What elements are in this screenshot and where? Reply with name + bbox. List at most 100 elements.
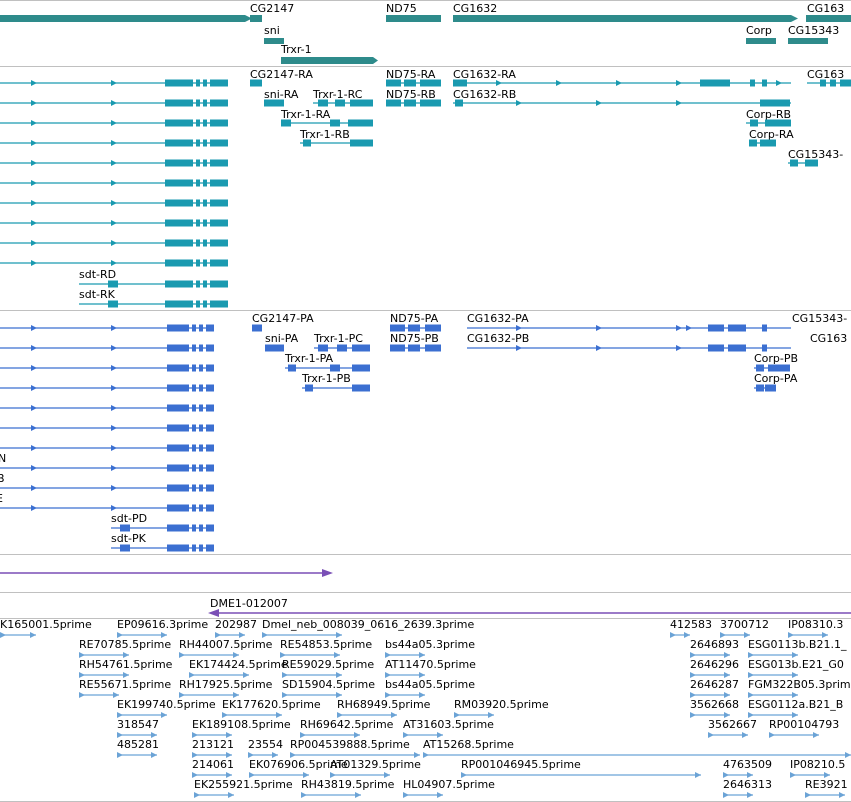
- gene-bar[interactable]: [0, 15, 245, 22]
- transcript-label-cg2147-ra[interactable]: CG2147-RA: [250, 68, 313, 81]
- gene-bar[interactable]: [788, 38, 828, 44]
- est-feature[interactable]: AT11470.5prime: [385, 658, 476, 678]
- transcript-model[interactable]: [0, 504, 214, 512]
- est-label[interactable]: 3562668: [690, 698, 739, 711]
- est-label[interactable]: IP08310.3: [788, 618, 843, 631]
- est-feature[interactable]: RE70785.5prime: [79, 638, 171, 658]
- est-feature[interactable]: RH68949.5prime: [337, 698, 431, 718]
- est-feature[interactable]: 318547: [117, 718, 159, 738]
- transcript-model[interactable]: [0, 404, 214, 412]
- est-feature[interactable]: RH44007.5prime: [179, 638, 273, 658]
- transcript-label-sdt-rd[interactable]: sdt-RD: [79, 268, 116, 281]
- transcript-label-nd75-ra[interactable]: ND75-RA: [386, 68, 436, 81]
- est-feature[interactable]: EK174424.5prime: [189, 658, 288, 678]
- transcript-model[interactable]: [754, 364, 790, 372]
- est-feature[interactable]: EP09616.3prime: [117, 618, 208, 638]
- est-label[interactable]: K165001.5prime: [0, 618, 92, 631]
- protein-label-cg163[interactable]: CG163: [810, 332, 847, 345]
- est-feature[interactable]: 2646287: [690, 678, 739, 698]
- gene-label-corp[interactable]: Corp: [746, 24, 772, 37]
- transcript-model[interactable]: [749, 139, 776, 147]
- protein-label-cg1632-pa[interactable]: CG1632-PA: [467, 312, 529, 325]
- transcript-label-trxr1-rc[interactable]: Trxr-1-RC: [312, 88, 363, 101]
- transcript-model[interactable]: [0, 344, 214, 352]
- est-feature[interactable]: RE3921: [805, 778, 848, 798]
- transcript-model[interactable]: [0, 384, 214, 392]
- est-feature[interactable]: 4763509: [723, 758, 772, 778]
- est-label[interactable]: bs44a05.5prime: [385, 678, 475, 691]
- transcript-label-trxr1-rb[interactable]: Trxr-1-RB: [299, 128, 350, 141]
- est-feature[interactable]: AT01329.5prime: [330, 758, 421, 778]
- protein-label-sdt-pd[interactable]: sdt-PD: [111, 512, 147, 525]
- gene-bar[interactable]: [386, 15, 441, 22]
- transcript-model[interactable]: [265, 344, 284, 352]
- protein-label-trxr1-pb[interactable]: Trxr-1-PB: [301, 372, 351, 385]
- transcript-model[interactable]: [386, 99, 441, 107]
- est-label[interactable]: RE3921: [805, 778, 848, 791]
- transcript-model[interactable]: [0, 239, 228, 247]
- gene-bar[interactable]: [281, 57, 373, 64]
- transcript-label-cg1636[interactable]: CG163: [807, 68, 844, 81]
- transcript-model[interactable]: [0, 79, 228, 87]
- transcript-model[interactable]: [390, 344, 441, 352]
- est-label[interactable]: ESG0112a.B21_B: [748, 698, 843, 711]
- transcript-model[interactable]: [390, 324, 441, 332]
- est-label[interactable]: AT31603.5prime: [403, 718, 494, 731]
- est-label[interactable]: 2646287: [690, 678, 739, 691]
- est-feature[interactable]: bs44a05.5prime: [385, 678, 475, 698]
- transcript-model[interactable]: [0, 159, 228, 167]
- protein-label-sdt-pk[interactable]: sdt-PK: [111, 532, 147, 545]
- est-label[interactable]: 485281: [117, 738, 159, 751]
- gene-label-nd75[interactable]: ND75: [386, 2, 417, 15]
- est-label[interactable]: IP08210.5: [790, 758, 845, 771]
- gene-label-sni[interactable]: sni: [264, 24, 280, 37]
- est-feature[interactable]: ESG0112a.B21_B: [748, 698, 843, 718]
- est-feature[interactable]: 2646313: [723, 778, 772, 798]
- est-label[interactable]: EK174424.5prime: [189, 658, 288, 671]
- est-label[interactable]: 213121: [192, 738, 234, 751]
- protein-label-trxr1-pc[interactable]: Trxr-1-PC: [313, 332, 363, 345]
- est-label[interactable]: RE55671.5prime: [79, 678, 171, 691]
- protein-label-cg1632-pb[interactable]: CG1632-PB: [467, 332, 529, 345]
- est-label[interactable]: AT15268.5prime: [423, 738, 514, 751]
- transcript-model[interactable]: [0, 259, 228, 267]
- transcript-model[interactable]: [0, 119, 228, 127]
- transcript-model[interactable]: [79, 280, 228, 288]
- est-label[interactable]: RH54761.5prime: [79, 658, 173, 671]
- protein-label-trxr1-pa[interactable]: Trxr-1-PA: [284, 352, 334, 365]
- transcript-model[interactable]: [0, 464, 214, 472]
- transcript-model[interactable]: [0, 444, 214, 452]
- est-label[interactable]: RH43819.5prime: [301, 778, 395, 791]
- protein-label-cg15343[interactable]: CG15343-: [792, 312, 847, 325]
- est-feature[interactable]: 202987: [215, 618, 257, 638]
- est-feature[interactable]: RE54853.5prime: [280, 638, 372, 658]
- est-feature[interactable]: FGM322B05.3prime: [748, 678, 851, 698]
- transcript-label-trxr1-ra[interactable]: Trxr-1-RA: [280, 108, 331, 121]
- est-feature[interactable]: K165001.5prime: [0, 618, 92, 638]
- transcript-model[interactable]: [0, 219, 228, 227]
- est-label[interactable]: EK177620.5prime: [222, 698, 321, 711]
- est-feature[interactable]: IP08310.3: [788, 618, 843, 638]
- est-label[interactable]: 23554: [248, 738, 283, 751]
- transcript-label-corp-rb[interactable]: Corp-RB: [746, 108, 791, 121]
- transcript-model[interactable]: [0, 324, 214, 332]
- gene-label-cg15343[interactable]: CG15343: [788, 24, 839, 37]
- est-label[interactable]: 412583: [670, 618, 712, 631]
- est-feature[interactable]: 213121: [192, 738, 234, 758]
- est-feature[interactable]: RH69642.5prime: [300, 718, 394, 738]
- est-feature[interactable]: EK199740.5prime: [117, 698, 216, 718]
- transcript-model[interactable]: [0, 179, 228, 187]
- est-label[interactable]: RM03920.5prime: [454, 698, 549, 711]
- protein-label-cut-b[interactable]: B: [0, 472, 5, 485]
- est-label[interactable]: 214061: [192, 758, 234, 771]
- est-label[interactable]: RH69642.5prime: [300, 718, 394, 731]
- est-feature[interactable]: RH54761.5prime: [79, 658, 173, 678]
- transcript-model[interactable]: [0, 99, 228, 107]
- est-label[interactable]: RH44007.5prime: [179, 638, 273, 651]
- est-label[interactable]: 202987: [215, 618, 257, 631]
- est-label[interactable]: 4763509: [723, 758, 772, 771]
- gene-bar[interactable]: [746, 38, 776, 44]
- transcript-model[interactable]: [0, 364, 214, 372]
- est-label[interactable]: EP09616.3prime: [117, 618, 208, 631]
- est-feature[interactable]: RH43819.5prime: [301, 778, 395, 798]
